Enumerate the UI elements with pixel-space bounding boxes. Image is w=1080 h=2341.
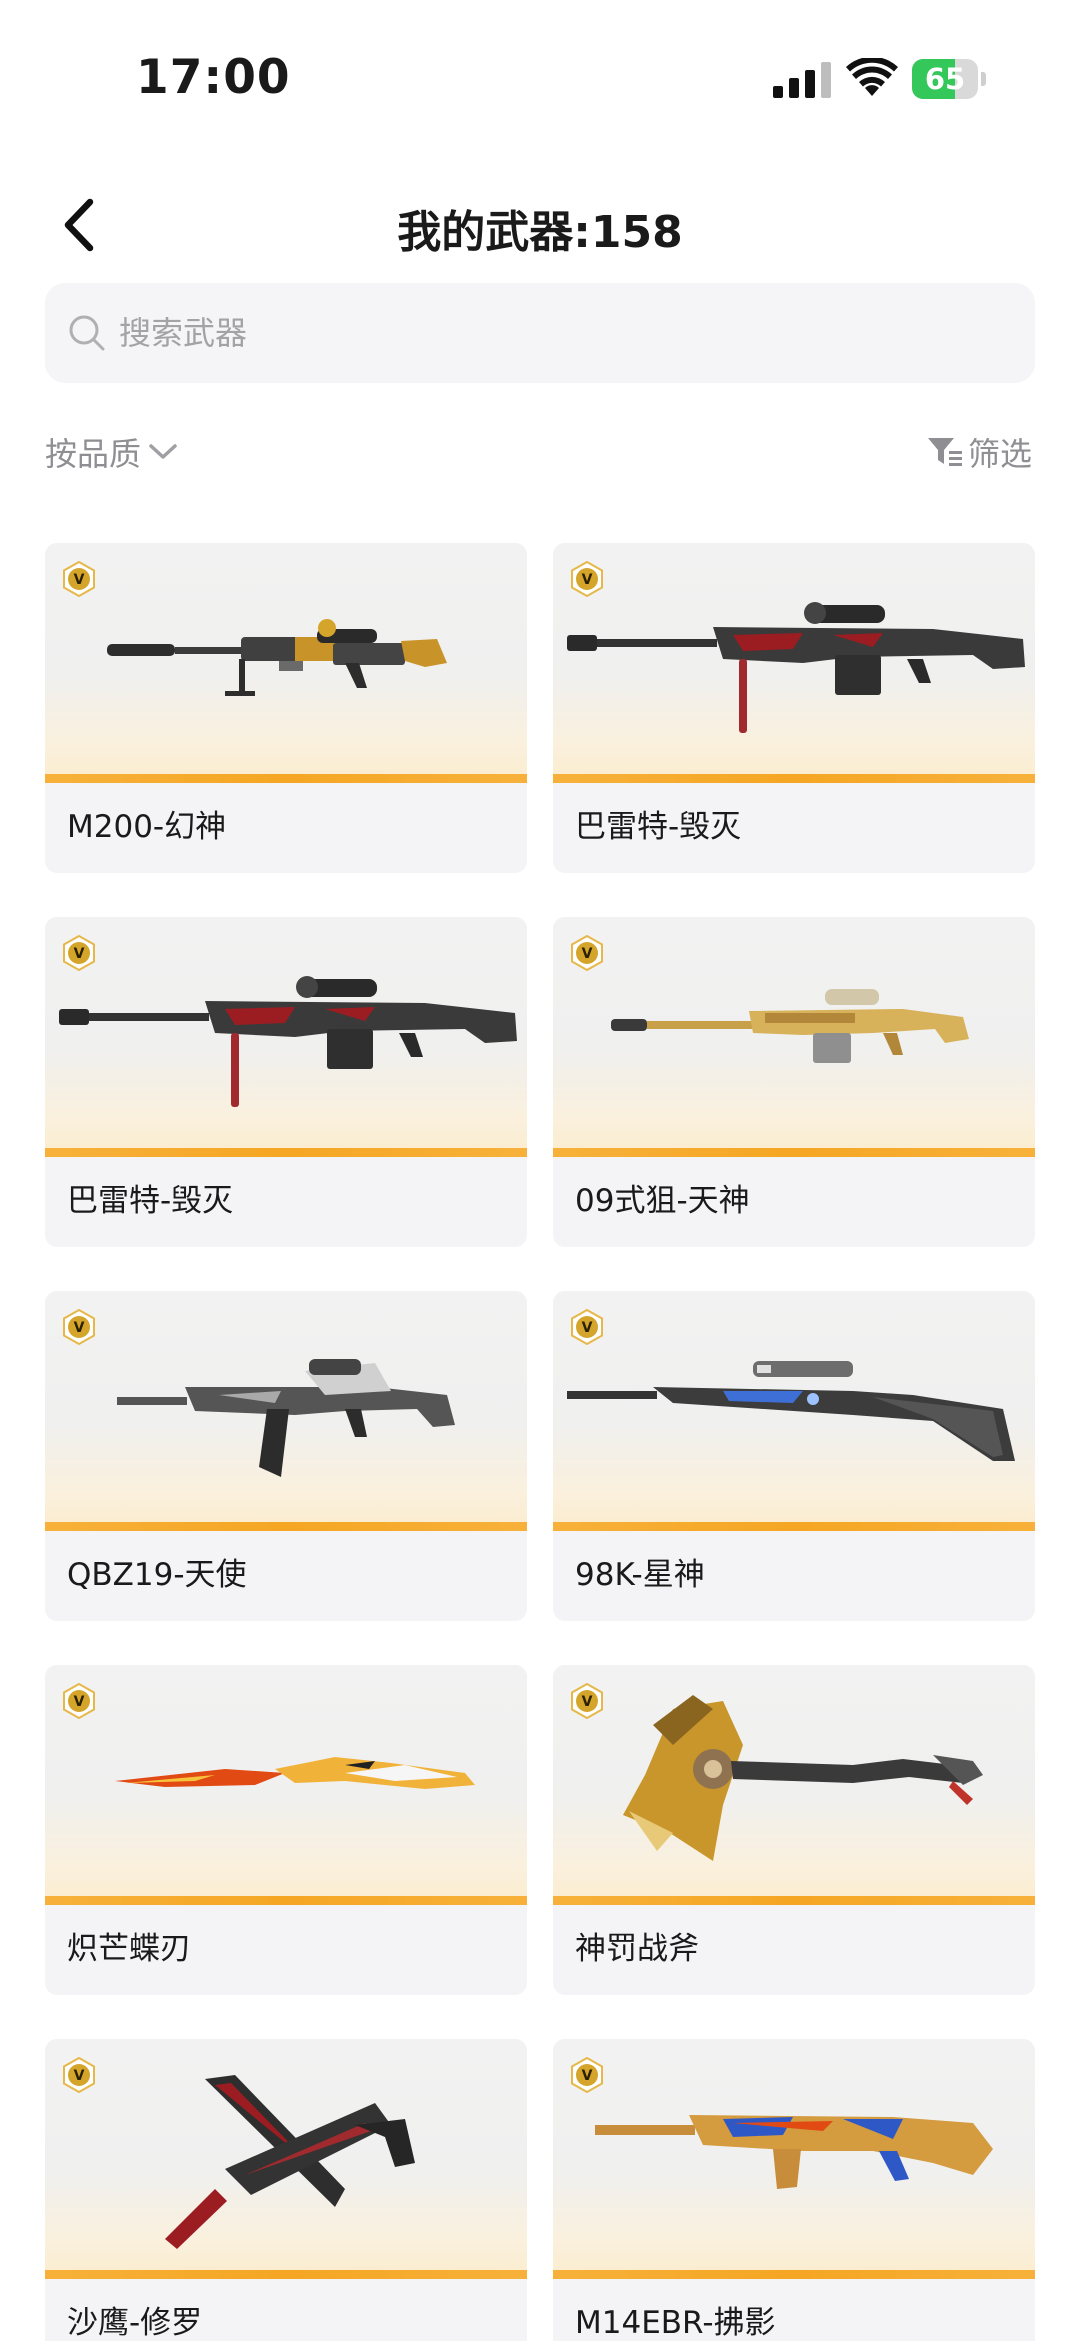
vip-badge-icon: V: [571, 2057, 603, 2093]
weapon-inventory-page: 17:00 65 我的武器:158 搜索武器 按品质 筛选 V M200-幻神 …: [0, 0, 1080, 2341]
weapon-name: 巴雷特-毁灭: [67, 1183, 234, 1219]
search-icon: [69, 315, 105, 351]
svg-text:V: V: [74, 1320, 85, 1336]
filter-row: 按品质 筛选: [0, 424, 1080, 480]
weapon-card[interactable]: V 98K-星神: [553, 1291, 1035, 1621]
weapon-name: M200-幻神: [67, 809, 227, 845]
vip-badge-icon: V: [63, 2057, 95, 2093]
weapon-card[interactable]: V 沙鹰-修罗: [45, 2039, 527, 2341]
weapon-name: QBZ19-天使: [67, 1557, 247, 1593]
status-bar: 17:00 65: [0, 0, 1080, 150]
header: 我的武器:158: [0, 180, 1080, 270]
weapon-image-area: V: [45, 1291, 527, 1531]
vip-badge-icon: V: [571, 1683, 603, 1719]
pistol-knife-icon: [165, 2075, 415, 2249]
weapon-image-area: V: [553, 917, 1035, 1157]
svg-text:V: V: [582, 572, 593, 588]
weapon-name: 98K-星神: [575, 1557, 705, 1593]
weapon-image-area: V: [553, 2039, 1035, 2279]
sniper-rifle-red-icon: [59, 976, 517, 1107]
vip-badge-icon: V: [571, 935, 603, 971]
weapon-card[interactable]: V QBZ19-天使: [45, 1291, 527, 1621]
svg-text:V: V: [582, 1694, 593, 1710]
vip-badge-icon: V: [571, 1309, 603, 1345]
svg-text:V: V: [74, 572, 85, 588]
battery-body: 65: [912, 59, 978, 99]
battery-level-text: 65: [924, 62, 966, 96]
weapon-name: 神罚战斧: [575, 1931, 699, 1967]
filter-funnel-icon: [927, 438, 962, 466]
weapon-card[interactable]: V 09式狙-天神: [553, 917, 1035, 1247]
vip-badge-icon: V: [63, 1683, 95, 1719]
marksman-rifle-icon: [595, 2115, 993, 2189]
weapon-card[interactable]: V M200-幻神: [45, 543, 527, 873]
vip-badge-icon: V: [571, 561, 603, 597]
assault-rifle-angel-icon: [117, 1359, 455, 1477]
weapon-card[interactable]: V 炽芒蝶刃: [45, 1665, 527, 1995]
weapon-name: 炽芒蝶刃: [67, 1931, 191, 1967]
weapon-name: 巴雷特-毁灭: [575, 809, 742, 845]
sniper-rifle-golden-icon: [611, 989, 969, 1063]
status-time: 17:00: [136, 50, 291, 105]
battle-axe-icon: [623, 1695, 983, 1861]
weapon-image-area: V: [45, 1665, 527, 1905]
cellular-signal-icon: [773, 62, 831, 98]
weapon-card[interactable]: V 巴雷特-毁灭: [45, 917, 527, 1247]
weapon-name: M14EBR-拂影: [575, 2305, 776, 2341]
sort-by-quality-button[interactable]: 按品质: [45, 424, 179, 480]
weapon-image-area: V: [45, 2039, 527, 2279]
svg-text:V: V: [582, 1320, 593, 1336]
svg-text:V: V: [582, 2068, 593, 2084]
battery-cap: [981, 72, 986, 86]
vip-badge-icon: V: [63, 935, 95, 971]
weapon-image-area: V: [45, 917, 527, 1157]
battery-indicator: 65: [912, 59, 988, 99]
filter-button[interactable]: 筛选: [926, 424, 1032, 480]
bolt-rifle-icon: [567, 1361, 1015, 1461]
butterfly-knife-icon: [115, 1757, 475, 1789]
weapon-card[interactable]: V 神罚战斧: [553, 1665, 1035, 1995]
wifi-icon: [846, 58, 898, 96]
weapon-card[interactable]: V M14EBR-拂影: [553, 2039, 1035, 2341]
page-title: 我的武器:158: [397, 207, 683, 258]
weapon-image-area: V: [553, 543, 1035, 783]
vip-badge-icon: V: [63, 561, 95, 597]
weapon-image-area: V: [553, 1291, 1035, 1531]
weapon-image-area: V: [553, 1665, 1035, 1905]
weapon-image-area: V: [45, 543, 527, 783]
search-box[interactable]: [45, 283, 1035, 383]
svg-text:V: V: [582, 946, 593, 962]
weapon-name: 沙鹰-修罗: [67, 2305, 203, 2341]
svg-text:V: V: [74, 946, 85, 962]
svg-text:V: V: [74, 2068, 85, 2084]
filter-label: 筛选: [967, 435, 1032, 473]
sniper-rifle-gold-icon: [107, 619, 447, 696]
weapon-card[interactable]: V 巴雷特-毁灭: [553, 543, 1035, 873]
sniper-rifle-red-icon: [567, 602, 1025, 733]
chevron-down-icon: [149, 444, 177, 459]
weapon-name: 09式狙-天神: [575, 1183, 750, 1219]
vip-badge-icon: V: [63, 1309, 95, 1345]
sort-label: 按品质: [45, 435, 142, 473]
svg-text:V: V: [74, 1694, 85, 1710]
search-input[interactable]: [113, 305, 1005, 361]
